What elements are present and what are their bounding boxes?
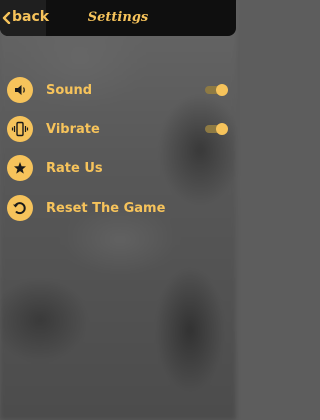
toggle-knob [216, 84, 228, 96]
chevron-left-icon [2, 12, 11, 24]
setting-label-rate-us: Rate Us [46, 160, 103, 176]
setting-row-sound[interactable]: Sound [7, 76, 229, 104]
setting-row-reset-game[interactable]: Reset The Game [7, 194, 229, 222]
speaker-icon [7, 77, 33, 103]
setting-label-reset-game: Reset The Game [46, 200, 166, 216]
setting-row-vibrate[interactable]: Vibrate [7, 115, 229, 143]
sound-toggle[interactable] [205, 84, 228, 96]
vibrate-icon [7, 116, 33, 142]
setting-row-rate-us[interactable]: Rate Us [7, 154, 229, 182]
reset-icon [7, 195, 33, 221]
toggle-knob [216, 123, 228, 135]
page-title: Settings [87, 10, 149, 25]
setting-label-vibrate: Vibrate [46, 121, 100, 137]
setting-label-sound: Sound [46, 82, 93, 98]
vibrate-toggle[interactable] [205, 123, 228, 135]
star-icon [7, 155, 33, 181]
back-label: back [12, 9, 50, 25]
back-button[interactable]: back [0, 0, 50, 36]
header-bar: back Settings [0, 0, 236, 36]
